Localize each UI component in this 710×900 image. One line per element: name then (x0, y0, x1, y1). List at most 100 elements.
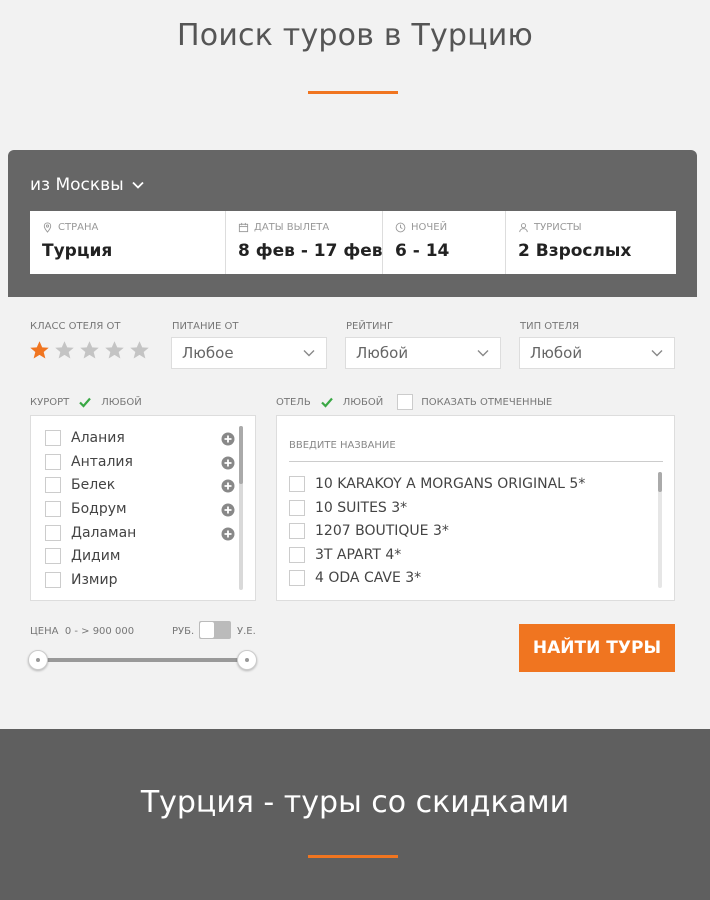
resort-checkbox[interactable] (45, 501, 61, 517)
show-marked-checkbox[interactable] (397, 394, 414, 410)
hotel-checkbox[interactable] (289, 547, 305, 563)
origin-city-dropdown[interactable]: из Москвы (30, 175, 145, 195)
chevron-down-icon (477, 350, 489, 357)
resort-checkbox[interactable] (45, 525, 61, 541)
find-tours-button[interactable]: НАЙТИ ТУРЫ (519, 624, 675, 672)
hotel-class-stars (29, 340, 150, 361)
hotel-checkbox[interactable] (289, 523, 305, 539)
dates-field[interactable]: даты вылета 8 фев - 17 фев (226, 211, 383, 274)
price-min-handle[interactable] (28, 650, 48, 670)
star-empty-icon[interactable] (129, 340, 150, 361)
meal-value: Любое (182, 344, 234, 362)
hotel-item-label: 10 KARAKOY A MORGANS ORIGINAL 5* (315, 476, 586, 492)
currency-rub-label[interactable]: руб. (172, 626, 194, 637)
checkmark-icon[interactable] (319, 394, 335, 410)
resort-scroll-thumb[interactable] (239, 426, 243, 484)
resort-item-dalaman[interactable]: Даламан (45, 525, 136, 541)
expand-plus-icon[interactable] (221, 432, 235, 446)
hotel-item[interactable]: 4 ODA CAVE 3* (289, 570, 421, 586)
footer-title: Турция - туры со скидками (140, 785, 570, 820)
hotel-item[interactable]: 10 KARAKOY A MORGANS ORIGINAL 5* (289, 476, 585, 492)
footer-accent-line (308, 855, 398, 858)
rating-select[interactable]: Любой (345, 337, 501, 369)
nights-value: 6 - 14 (395, 241, 450, 261)
price-range-track[interactable] (36, 658, 248, 662)
expand-plus-icon[interactable] (221, 456, 235, 470)
hotel-item-label: 4 ODA CAVE 3* (315, 570, 422, 586)
hotel-any-label[interactable]: любой (343, 397, 384, 408)
hotel-checkbox[interactable] (289, 500, 305, 516)
tourists-field[interactable]: туристы 2 Взрослых (506, 211, 676, 274)
hotel-type-label: тип отеля (520, 321, 580, 332)
currency-toggle[interactable] (199, 621, 231, 639)
hotel-item-label: 10 SUITES 3* (315, 500, 408, 516)
resort-item-label: Анталия (71, 454, 133, 470)
hotel-label: отель (276, 396, 311, 408)
currency-toggle-knob[interactable] (200, 622, 214, 638)
resort-item-label: Дидим (71, 548, 121, 564)
resort-checkbox[interactable] (45, 548, 61, 564)
dates-label: даты вылета (254, 222, 330, 233)
resort-checkbox[interactable] (45, 454, 61, 470)
chevron-down-icon (131, 181, 144, 189)
nights-label: ночей (411, 222, 448, 233)
resort-header: курорт любой (30, 394, 142, 410)
resort-any-label[interactable]: любой (101, 397, 142, 408)
person-icon (519, 223, 528, 233)
hotel-checkbox[interactable] (289, 570, 305, 586)
resort-checkbox[interactable] (45, 572, 61, 588)
resort-item-label: Даламан (71, 525, 137, 541)
resort-item-label: Белек (71, 477, 116, 493)
price-max-handle[interactable] (237, 650, 257, 670)
resort-checkbox[interactable] (45, 430, 61, 446)
star-filled-icon[interactable] (29, 340, 50, 361)
resort-item-antalya[interactable]: Анталия (45, 454, 133, 470)
resort-label: курорт (30, 396, 70, 408)
hotel-item-label: 1207 BOUTIQUE 3* (315, 523, 449, 539)
price-label-row: цена 0 - > 900 000 (30, 626, 134, 637)
hotel-item-label: 3T APART 4* (315, 547, 402, 563)
page-title: Поиск туров в Турцию (177, 18, 533, 53)
hotel-item[interactable]: 10 SUITES 3* (289, 500, 407, 516)
checkmark-icon[interactable] (77, 394, 93, 410)
price-label: цена (30, 626, 59, 637)
calendar-icon (238, 222, 249, 233)
resort-item-label: Измир (71, 572, 118, 588)
tourists-label: туристы (534, 222, 582, 233)
star-empty-icon[interactable] (79, 340, 100, 361)
location-pin-icon (43, 222, 52, 233)
hotel-header: отель любой показать отмеченные (276, 394, 552, 410)
star-empty-icon[interactable] (54, 340, 75, 361)
hotel-item[interactable]: 3T APART 4* (289, 547, 401, 563)
chevron-down-icon (651, 350, 663, 357)
resort-item-belek[interactable]: Белек (45, 477, 115, 493)
search-panel: из Москвы страна Турция даты вылета 8 фе… (8, 150, 697, 297)
currency-ue-label[interactable]: у.е. (237, 626, 256, 637)
resort-list: Алания Анталия Белек Бодрум Даламан Диди… (30, 415, 256, 601)
resort-item-didim[interactable]: Дидим (45, 548, 120, 564)
resort-item-bodrum[interactable]: Бодрум (45, 501, 127, 517)
hotel-type-value: Любой (530, 344, 583, 362)
resort-checkbox[interactable] (45, 477, 61, 493)
star-empty-icon[interactable] (104, 340, 125, 361)
hotel-scroll-thumb[interactable] (658, 472, 662, 492)
nights-field[interactable]: ночей 6 - 14 (383, 211, 506, 274)
country-label: страна (58, 222, 99, 233)
resort-item-alanya[interactable]: Алания (45, 430, 125, 446)
country-field[interactable]: страна Турция (30, 211, 226, 274)
rating-value: Любой (356, 344, 409, 362)
resort-item-izmir[interactable]: Измир (45, 572, 117, 588)
expand-plus-icon[interactable] (221, 527, 235, 541)
hotel-class-label: класс отеля от (30, 321, 121, 332)
footer-section: Турция - туры со скидками (0, 729, 710, 900)
hotel-type-select[interactable]: Любой (519, 337, 675, 369)
show-marked-label[interactable]: показать отмеченные (421, 397, 552, 408)
hotel-search-input[interactable] (289, 430, 663, 462)
meal-select[interactable]: Любое (171, 337, 327, 369)
expand-plus-icon[interactable] (221, 479, 235, 493)
hotel-checkbox[interactable] (289, 476, 305, 492)
hotel-list: 10 KARAKOY A MORGANS ORIGINAL 5* 10 SUIT… (276, 415, 675, 601)
hotel-item[interactable]: 1207 BOUTIQUE 3* (289, 523, 449, 539)
title-accent-line (308, 91, 398, 94)
expand-plus-icon[interactable] (221, 503, 235, 517)
